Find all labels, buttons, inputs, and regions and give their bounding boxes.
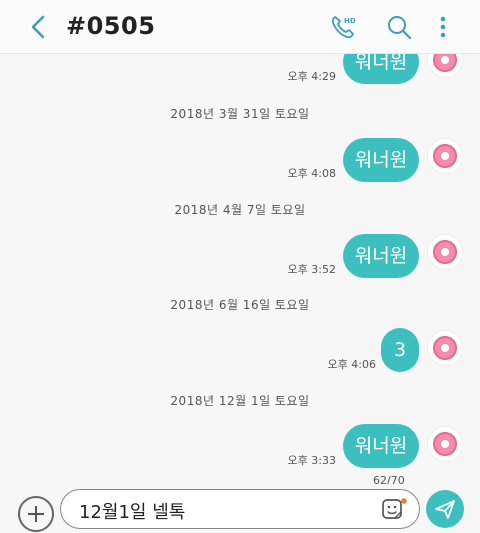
message-bubble[interactable]: 워너원 <box>343 424 419 468</box>
message-input-value[interactable]: 12월1일 넬톡 <box>79 498 185 524</box>
avatar[interactable] <box>427 234 463 270</box>
date-separator: 2018년 6월 16일 토요일 <box>170 298 310 312</box>
conversation-title: #0505 <box>66 12 156 40</box>
send-button[interactable] <box>426 490 464 528</box>
hd-label: HD <box>344 17 356 25</box>
message-time: 오후 3:52 <box>287 263 336 276</box>
message-bubble[interactable]: 워너원 <box>343 54 419 84</box>
message-list[interactable]: 워너원 오후 4:29 2018년 3월 31일 토요일 워너원 오후 4:08… <box>0 54 480 480</box>
search-icon[interactable] <box>386 14 412 40</box>
sticker-icon[interactable] <box>381 498 407 522</box>
message-input[interactable]: 12월1일 넬톡 <box>60 489 420 529</box>
app-bar: #0505 HD <box>0 0 480 54</box>
message-time: 오후 4:06 <box>327 358 376 371</box>
message-composer: 12월1일 넬톡 <box>0 484 480 533</box>
date-separator: 2018년 3월 31일 토요일 <box>170 107 310 121</box>
send-icon <box>435 500 455 519</box>
plus-circle-icon[interactable] <box>18 496 54 532</box>
avatar[interactable] <box>427 138 463 174</box>
date-separator: 2018년 12월 1일 토요일 <box>170 394 310 408</box>
message-time: 오후 4:08 <box>287 167 336 180</box>
date-separator: 2018년 4월 7일 토요일 <box>174 203 306 217</box>
avatar[interactable] <box>427 54 463 78</box>
avatar[interactable] <box>427 330 463 366</box>
message-bubble[interactable]: 워너원 <box>343 234 419 278</box>
back-chevron-icon[interactable] <box>27 14 51 40</box>
message-bubble[interactable]: 워너원 <box>343 138 419 182</box>
more-vertical-icon[interactable] <box>433 14 453 40</box>
message-time: 오후 4:29 <box>287 70 336 83</box>
message-bubble[interactable]: 3 <box>381 328 419 372</box>
avatar[interactable] <box>427 426 463 462</box>
hd-call-icon[interactable]: HD <box>330 14 356 40</box>
message-time: 오후 3:33 <box>287 454 336 467</box>
